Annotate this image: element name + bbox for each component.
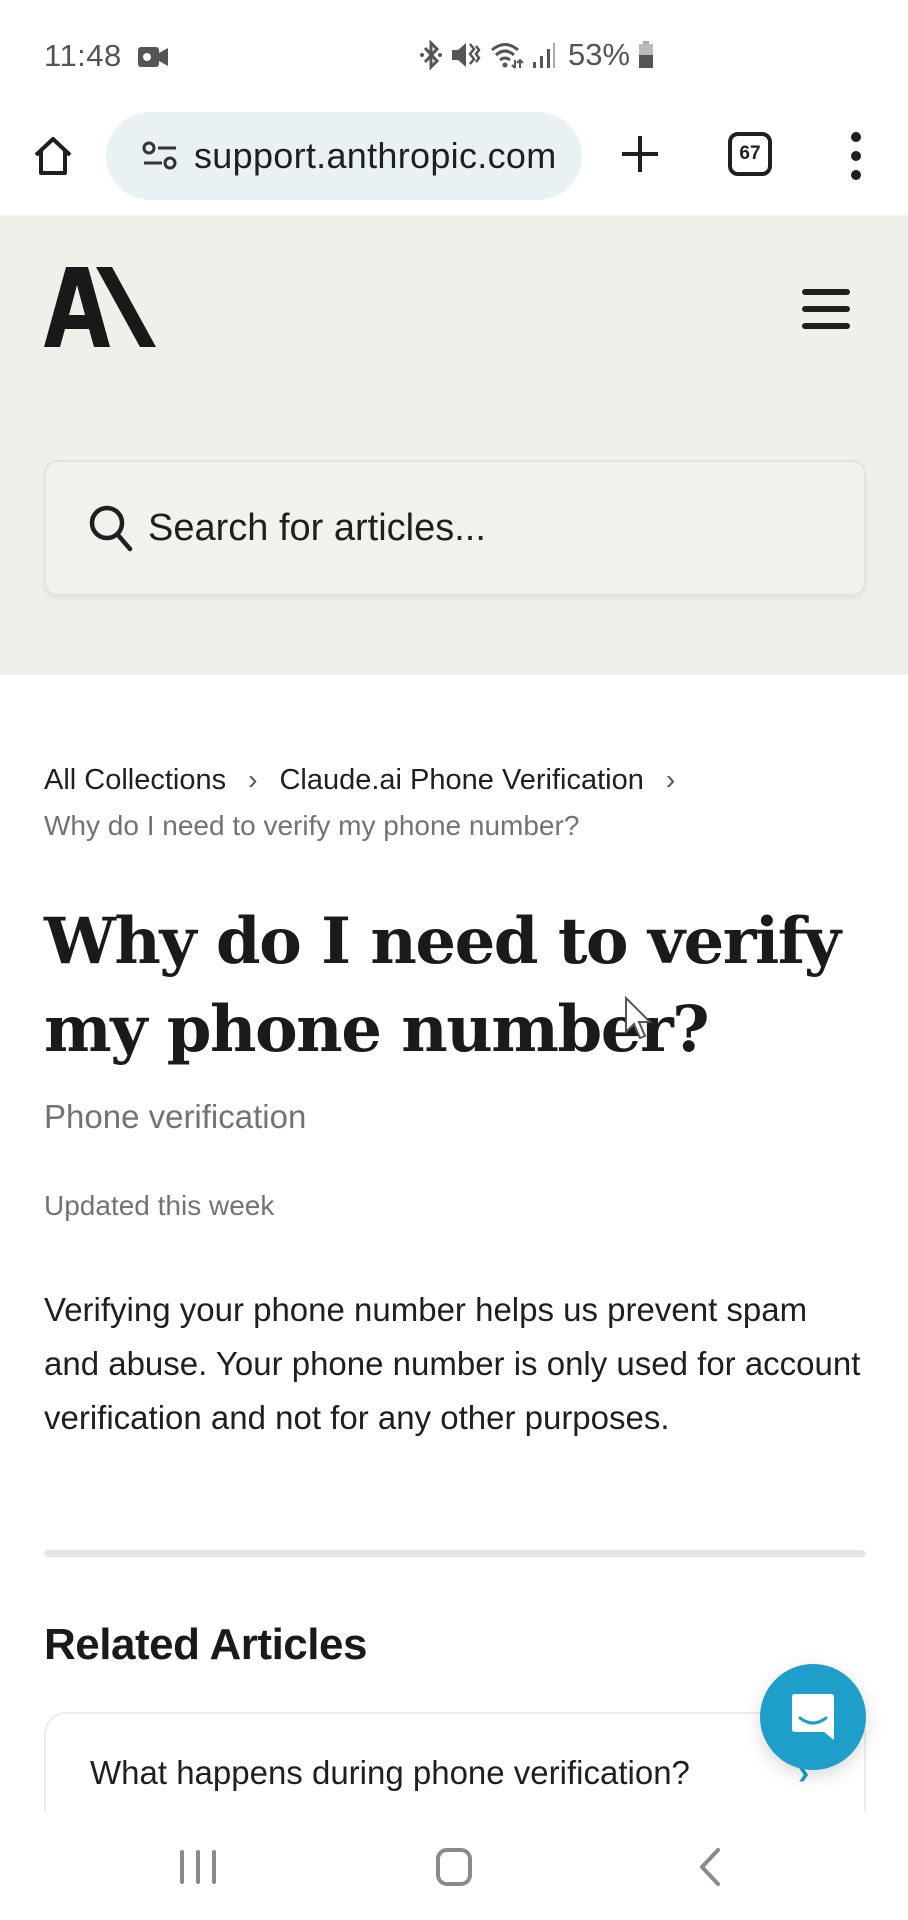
site-settings-icon[interactable]: [142, 141, 178, 171]
plus-icon: [622, 136, 658, 172]
hamburger-line: [802, 289, 850, 295]
mute-icon: [452, 43, 481, 67]
status-bar: 11:48 53%: [0, 0, 908, 110]
article-description: Phone verification: [44, 1098, 307, 1135]
hamburger-menu-button[interactable]: [802, 289, 850, 329]
chat-launcher-button[interactable]: [760, 1664, 866, 1770]
screen-record-icon: [138, 47, 168, 67]
search-box[interactable]: [44, 460, 866, 596]
divider: [44, 1550, 866, 1557]
search-input[interactable]: [148, 506, 828, 550]
article-updated: Updated this week: [44, 1190, 275, 1221]
breadcrumb-all-collections[interactable]: All Collections: [44, 764, 226, 797]
recents-line: [180, 1850, 184, 1884]
signal-icon: [533, 43, 555, 68]
home-nav-button[interactable]: [436, 1848, 472, 1886]
article-body: Verifying your phone number helps us pre…: [44, 1291, 861, 1436]
recents-button[interactable]: [180, 1850, 216, 1886]
breadcrumb-separator: ›: [248, 764, 258, 795]
breadcrumb-collection[interactable]: Claude.ai Phone Verification: [279, 764, 643, 797]
related-articles-heading: Related Articles: [44, 1620, 367, 1669]
related-article-link[interactable]: What happens during phone verification?: [90, 1754, 690, 1792]
breadcrumb: All Collections › Claude.ai Phone Verifi…: [44, 758, 874, 842]
tab-switcher-button[interactable]: 67: [728, 132, 772, 176]
wifi-icon: [491, 43, 524, 69]
more-menu-button[interactable]: [836, 128, 876, 184]
hamburger-line: [802, 323, 850, 329]
recents-line: [212, 1850, 216, 1884]
article-title: Why do I need to verify my phone number?: [44, 904, 841, 1067]
mouse-cursor-icon: [625, 996, 653, 1040]
breadcrumb-current: Why do I need to verify my phone number?: [44, 810, 580, 841]
system-nav-bar: [0, 1812, 908, 1920]
new-tab-button[interactable]: [614, 128, 666, 180]
site-header: [0, 215, 908, 675]
back-button[interactable]: [694, 1846, 724, 1888]
menu-dot: [851, 132, 861, 142]
bluetooth-icon: [420, 40, 442, 70]
battery-icon: [639, 41, 654, 68]
menu-dot: [851, 151, 861, 161]
search-icon: [89, 505, 133, 552]
breadcrumb-separator: ›: [665, 764, 676, 795]
address-bar[interactable]: support.anthropic.com: [106, 112, 582, 200]
chat-icon: [792, 1694, 834, 1740]
home-button[interactable]: [28, 128, 78, 184]
status-time: 11:48: [44, 38, 122, 73]
browser-toolbar: support.anthropic.com 67: [0, 110, 908, 215]
battery-percent: 53%: [568, 37, 631, 72]
hamburger-line: [802, 306, 850, 312]
home-icon: [34, 137, 72, 175]
status-icons: 53%: [420, 37, 654, 72]
url-text[interactable]: support.anthropic.com: [194, 135, 557, 177]
recents-line: [196, 1850, 200, 1884]
anthropic-logo[interactable]: [44, 267, 156, 347]
menu-dot: [851, 170, 861, 180]
